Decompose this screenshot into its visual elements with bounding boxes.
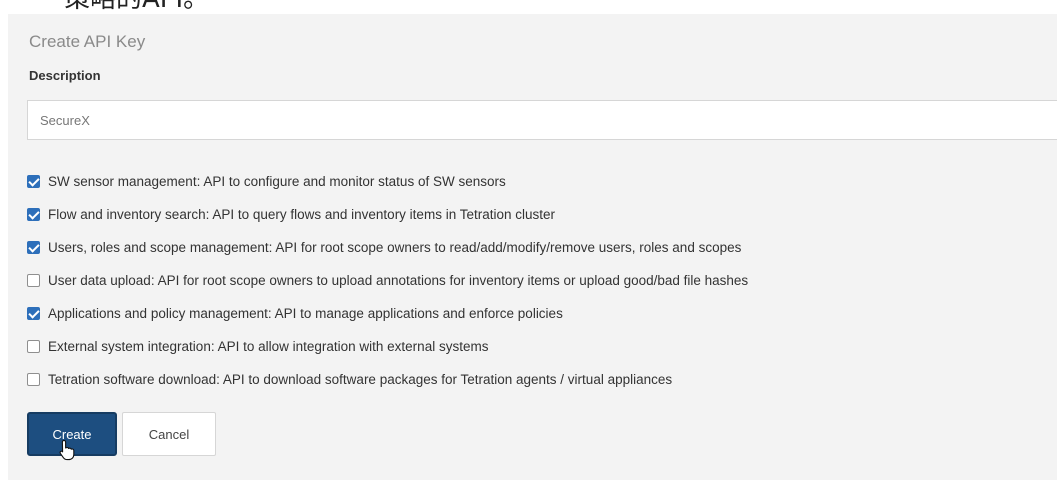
dialog-title: Create API Key bbox=[29, 32, 146, 51]
permission-label: External system integration: API to allo… bbox=[48, 339, 489, 354]
permission-item[interactable]: Applications and policy management: API … bbox=[27, 297, 748, 330]
permission-label: Users, roles and scope management: API f… bbox=[48, 240, 742, 255]
permission-label: Flow and inventory search: API to query … bbox=[48, 207, 555, 222]
permission-label: SW sensor management: API to configure a… bbox=[48, 174, 506, 189]
description-label: Description bbox=[29, 68, 101, 83]
permission-checkbox[interactable] bbox=[27, 175, 40, 188]
permission-checkbox[interactable] bbox=[27, 241, 40, 254]
permission-list: SW sensor management: API to configure a… bbox=[27, 165, 748, 396]
permission-item[interactable]: Users, roles and scope management: API f… bbox=[27, 231, 748, 264]
caption-fragment: 策略的API。 bbox=[64, 0, 209, 14]
create-api-key-panel: Create API Key Description SW sensor man… bbox=[8, 14, 1057, 480]
permission-item[interactable]: Tetration software download: API to down… bbox=[27, 363, 748, 396]
permission-label: User data upload: API for root scope own… bbox=[48, 273, 749, 288]
permission-item[interactable]: SW sensor management: API to configure a… bbox=[27, 165, 748, 198]
hand-pointer-icon bbox=[59, 439, 75, 461]
permission-label: Tetration software download: API to down… bbox=[48, 372, 673, 387]
permission-item[interactable]: External system integration: API to allo… bbox=[27, 330, 748, 363]
permission-label: Applications and policy management: API … bbox=[48, 306, 563, 321]
top-caption-strip: 策略的API。 bbox=[0, 0, 1057, 14]
permission-checkbox[interactable] bbox=[27, 274, 40, 287]
permission-checkbox[interactable] bbox=[27, 208, 40, 221]
cancel-button[interactable]: Cancel bbox=[122, 412, 216, 456]
permission-item[interactable]: Flow and inventory search: API to query … bbox=[27, 198, 748, 231]
permission-checkbox[interactable] bbox=[27, 373, 40, 386]
permission-checkbox[interactable] bbox=[27, 307, 40, 320]
permission-item[interactable]: User data upload: API for root scope own… bbox=[27, 264, 748, 297]
permission-checkbox[interactable] bbox=[27, 340, 40, 353]
description-input[interactable] bbox=[27, 100, 1057, 140]
